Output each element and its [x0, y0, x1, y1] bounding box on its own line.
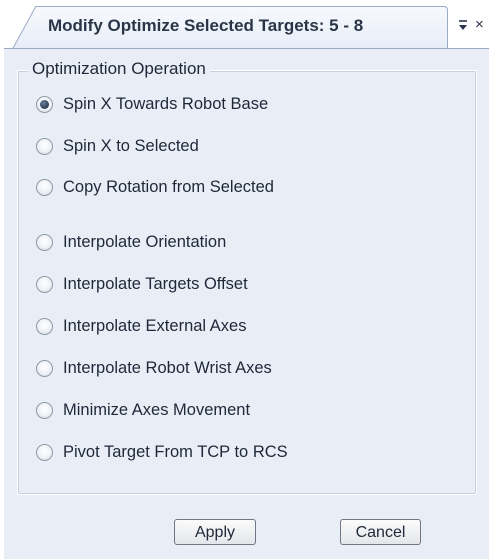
- option-interpolate-targets-offset[interactable]: Interpolate Targets Offset: [36, 272, 248, 296]
- option-label: Spin X Towards Robot Base: [63, 94, 269, 113]
- option-interpolate-robot-wrist-axes[interactable]: Interpolate Robot Wrist Axes: [36, 356, 272, 380]
- radio-icon[interactable]: [36, 401, 53, 419]
- radio-icon[interactable]: [36, 233, 53, 251]
- option-label: Copy Rotation from Selected: [63, 177, 274, 196]
- radio-checked-icon[interactable]: [36, 95, 53, 113]
- option-interpolate-external-axes[interactable]: Interpolate External Axes: [36, 314, 246, 338]
- option-spin-x-to-selected[interactable]: Spin X to Selected: [36, 134, 199, 158]
- tab-title: Modify Optimize Selected Targets: 5 - 8: [48, 16, 364, 35]
- tab-separator: [447, 14, 448, 44]
- option-label: Interpolate Robot Wrist Axes: [63, 358, 272, 377]
- dropdown-pin-icon[interactable]: [456, 18, 470, 34]
- option-label: Spin X to Selected: [63, 136, 199, 155]
- radio-icon[interactable]: [36, 178, 53, 196]
- option-pivot-target-from-tcp-to-rcs[interactable]: Pivot Target From TCP to RCS: [36, 440, 288, 464]
- option-spin-x-towards-robot-base[interactable]: Spin X Towards Robot Base: [36, 92, 268, 116]
- radio-icon[interactable]: [36, 275, 53, 293]
- close-icon[interactable]: ×: [475, 17, 489, 33]
- cancel-button[interactable]: Cancel: [340, 519, 421, 545]
- radio-icon[interactable]: [36, 317, 53, 335]
- radio-icon[interactable]: [36, 443, 53, 461]
- tab-strip: Modify Optimize Selected Targets: 5 - 8 …: [0, 0, 489, 50]
- option-minimize-axes-movement[interactable]: Minimize Axes Movement: [36, 398, 250, 422]
- option-copy-rotation-from-selected[interactable]: Copy Rotation from Selected: [36, 175, 274, 199]
- option-label: Pivot Target From TCP to RCS: [63, 442, 288, 461]
- option-label: Minimize Axes Movement: [63, 400, 251, 419]
- group-title: Optimization Operation: [28, 59, 210, 79]
- option-interpolate-orientation[interactable]: Interpolate Orientation: [36, 230, 226, 254]
- radio-icon[interactable]: [36, 137, 53, 155]
- radio-icon[interactable]: [36, 359, 53, 377]
- option-label: Interpolate External Axes: [63, 316, 247, 335]
- optimize-targets-panel: Modify Optimize Selected Targets: 5 - 8 …: [0, 0, 489, 559]
- apply-button[interactable]: Apply: [174, 519, 256, 545]
- option-label: Interpolate Targets Offset: [63, 274, 248, 293]
- option-label: Interpolate Orientation: [63, 232, 227, 251]
